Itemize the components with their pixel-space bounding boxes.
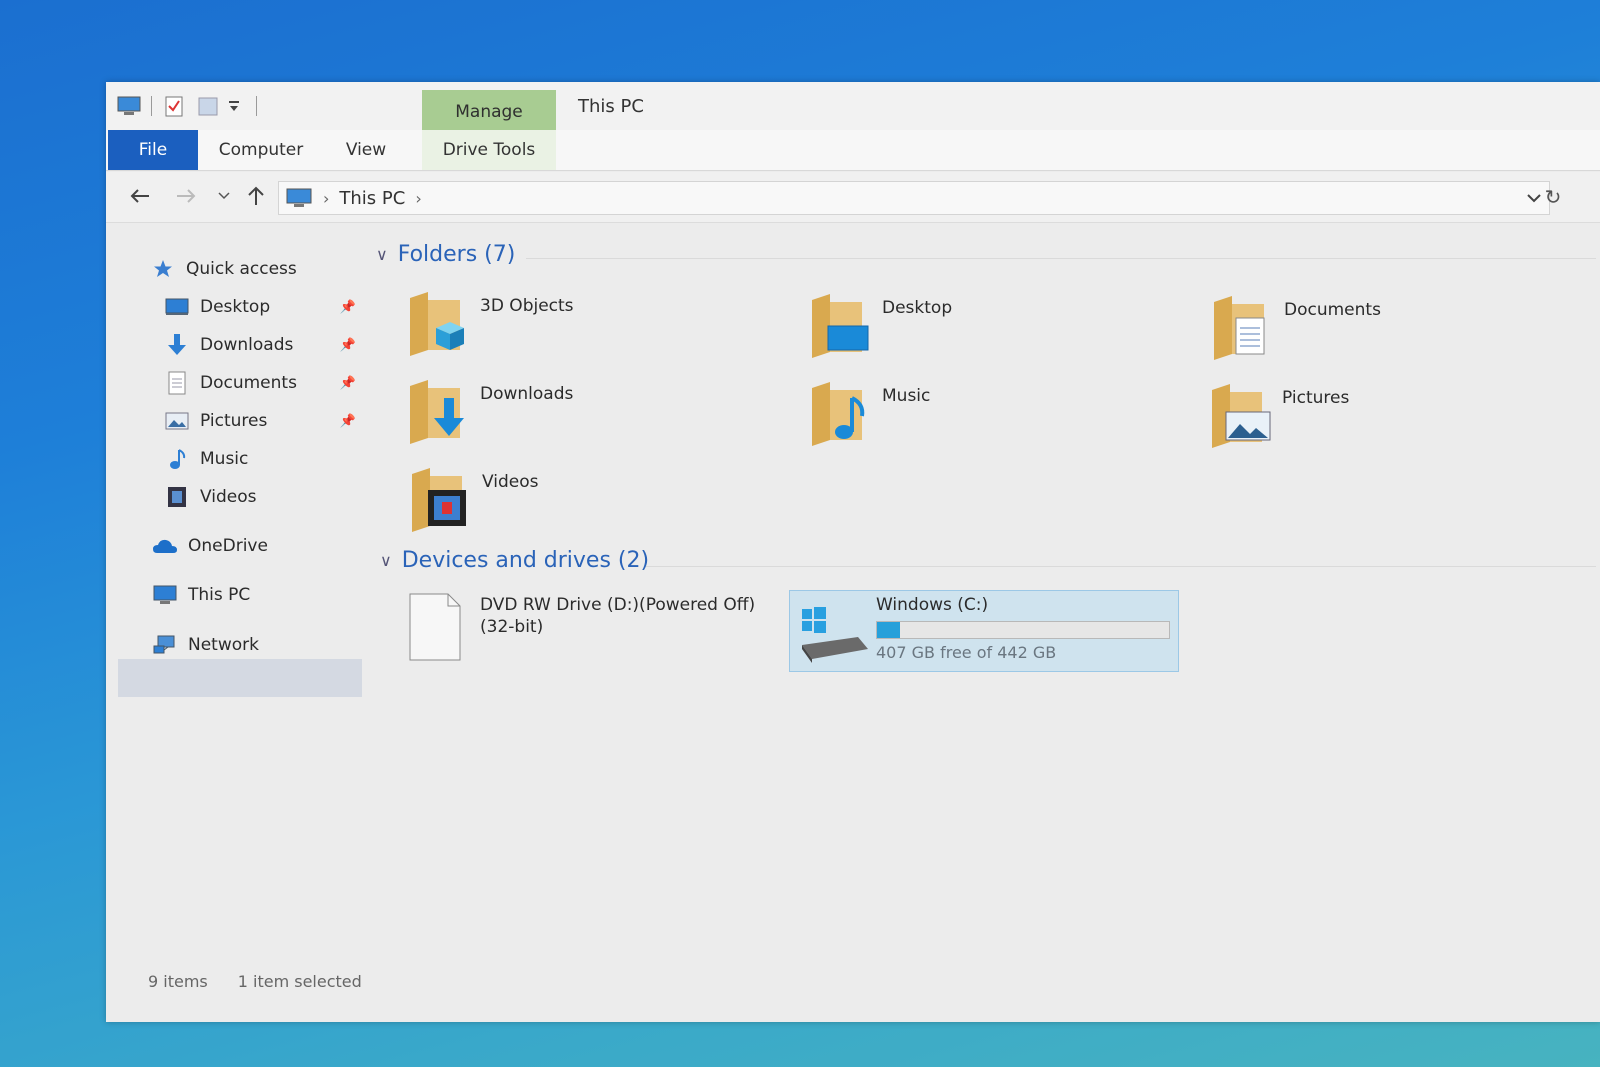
pin-icon[interactable]: 📌 — [340, 337, 356, 353]
folder-tile-downloads[interactable]: Downloads — [408, 378, 768, 458]
drive-tile-dvd[interactable]: DVD RW Drive (D:)(Powered Off) (32-bit) — [408, 590, 768, 670]
status-bar: 9 items 1 item selected — [148, 972, 362, 991]
folder-tile-music[interactable]: Music — [810, 380, 1170, 460]
network-icon — [152, 633, 178, 657]
manage-contextual-tab[interactable]: Manage — [422, 90, 556, 134]
quick-access-toolbar — [116, 92, 266, 120]
dvd-drive-name: DVD RW Drive (D:)(Powered Off) — [480, 595, 756, 615]
folder-tile-pictures[interactable]: Pictures — [1210, 382, 1570, 462]
folder-tile-videos[interactable]: Videos — [410, 466, 770, 546]
star-icon — [150, 257, 176, 281]
desktop-folder-icon — [812, 294, 869, 358]
folder-tile-documents[interactable]: Documents — [1212, 294, 1572, 374]
file-explorer-window: Manage This PC File Computer View Drive … — [106, 82, 1600, 1022]
blank-drive-icon — [409, 593, 461, 661]
refresh-icon[interactable]: ↻ — [1540, 184, 1566, 210]
nav-item-pictures[interactable]: Pictures — [164, 404, 267, 438]
nav-onedrive[interactable]: OneDrive — [152, 529, 268, 563]
address-dropdown-icon[interactable] — [1527, 193, 1541, 203]
tab-computer[interactable]: Computer — [206, 130, 316, 170]
tab-view[interactable]: View — [331, 130, 401, 170]
pin-icon[interactable]: 📌 — [340, 375, 356, 391]
tab-file[interactable]: File — [108, 130, 198, 170]
3d-objects-folder-icon — [410, 292, 464, 356]
documents-folder-icon — [1214, 296, 1265, 360]
address-bar[interactable]: › This PC › — [278, 181, 1550, 215]
folder-tile-desktop[interactable]: Desktop — [810, 292, 1170, 372]
selection-count: 1 item selected — [237, 972, 362, 991]
drive-usage-bar — [876, 621, 1170, 639]
collapse-chevron-icon[interactable]: ∨ — [380, 551, 392, 570]
nav-this-pc[interactable]: This PC — [152, 578, 250, 612]
nav-item-downloads[interactable]: Downloads — [164, 328, 293, 362]
nav-item-videos[interactable]: Videos — [164, 480, 257, 514]
new-folder-icon[interactable] — [195, 94, 221, 118]
ribbon-tabs: File Computer View Drive Tools — [106, 130, 1600, 171]
item-count: 9 items — [148, 972, 208, 991]
navigation-bar: › This PC › ↻ — [106, 172, 1600, 223]
picture-icon — [164, 409, 190, 433]
music-folder-icon — [812, 382, 865, 446]
nav-quick-access[interactable]: Quick access — [150, 252, 297, 286]
drive-tile-windows-c[interactable]: Windows (C:) 407 GB free of 442 GB — [789, 590, 1179, 672]
music-note-icon — [164, 447, 190, 471]
windows-drive-icon — [802, 607, 868, 663]
drive-c-free-space: 407 GB free of 442 GB — [876, 643, 1057, 662]
nav-item-desktop[interactable]: Desktop — [164, 290, 270, 324]
folders-group-header[interactable]: ∨ Folders (7) — [376, 242, 515, 267]
title-bar: Manage This PC — [106, 82, 1600, 134]
nav-item-documents[interactable]: Documents — [164, 366, 297, 400]
pin-icon[interactable]: 📌 — [340, 299, 356, 315]
computer-icon — [152, 583, 178, 607]
navigation-pane: Quick access Desktop 📌 Downloads 📌 Docum… — [106, 224, 368, 964]
downloads-folder-icon — [410, 380, 464, 444]
drive-usage-fill — [877, 622, 901, 638]
document-icon — [164, 371, 190, 395]
computer-icon — [285, 187, 313, 209]
tab-drive-tools[interactable]: Drive Tools — [422, 130, 556, 170]
back-icon[interactable] — [128, 184, 152, 208]
computer-icon[interactable] — [116, 94, 142, 118]
collapse-chevron-icon[interactable]: ∨ — [376, 245, 388, 264]
drive-c-name: Windows (C:) — [876, 595, 989, 615]
properties-icon[interactable] — [161, 94, 187, 118]
forward-icon[interactable] — [174, 184, 198, 208]
window-title: This PC — [578, 96, 644, 117]
nav-network[interactable]: Network — [152, 628, 259, 662]
pictures-folder-icon — [1212, 384, 1271, 448]
video-film-icon — [164, 485, 190, 509]
selection-highlight — [118, 659, 362, 697]
breadcrumb-this-pc[interactable]: This PC — [339, 188, 405, 209]
nav-item-music[interactable]: Music — [164, 442, 248, 476]
folder-tile-3d-objects[interactable]: 3D Objects — [408, 290, 768, 370]
cloud-icon — [152, 534, 178, 558]
customize-toolbar-icon[interactable] — [221, 94, 247, 118]
dvd-drive-bitness: (32-bit) — [480, 617, 544, 637]
videos-folder-icon — [412, 468, 466, 532]
breadcrumb-chevron-icon[interactable]: › — [415, 189, 421, 208]
group-divider — [526, 258, 1596, 259]
recent-locations-chevron-icon[interactable] — [212, 184, 236, 208]
breadcrumb-chevron-icon[interactable]: › — [323, 189, 329, 208]
pin-icon[interactable]: 📌 — [340, 413, 356, 429]
desktop-icon — [164, 295, 190, 319]
up-arrow-icon[interactable] — [244, 184, 268, 208]
group-divider — [646, 566, 1596, 567]
devices-group-header[interactable]: ∨ Devices and drives (2) — [380, 548, 649, 573]
download-arrow-icon — [164, 333, 190, 357]
